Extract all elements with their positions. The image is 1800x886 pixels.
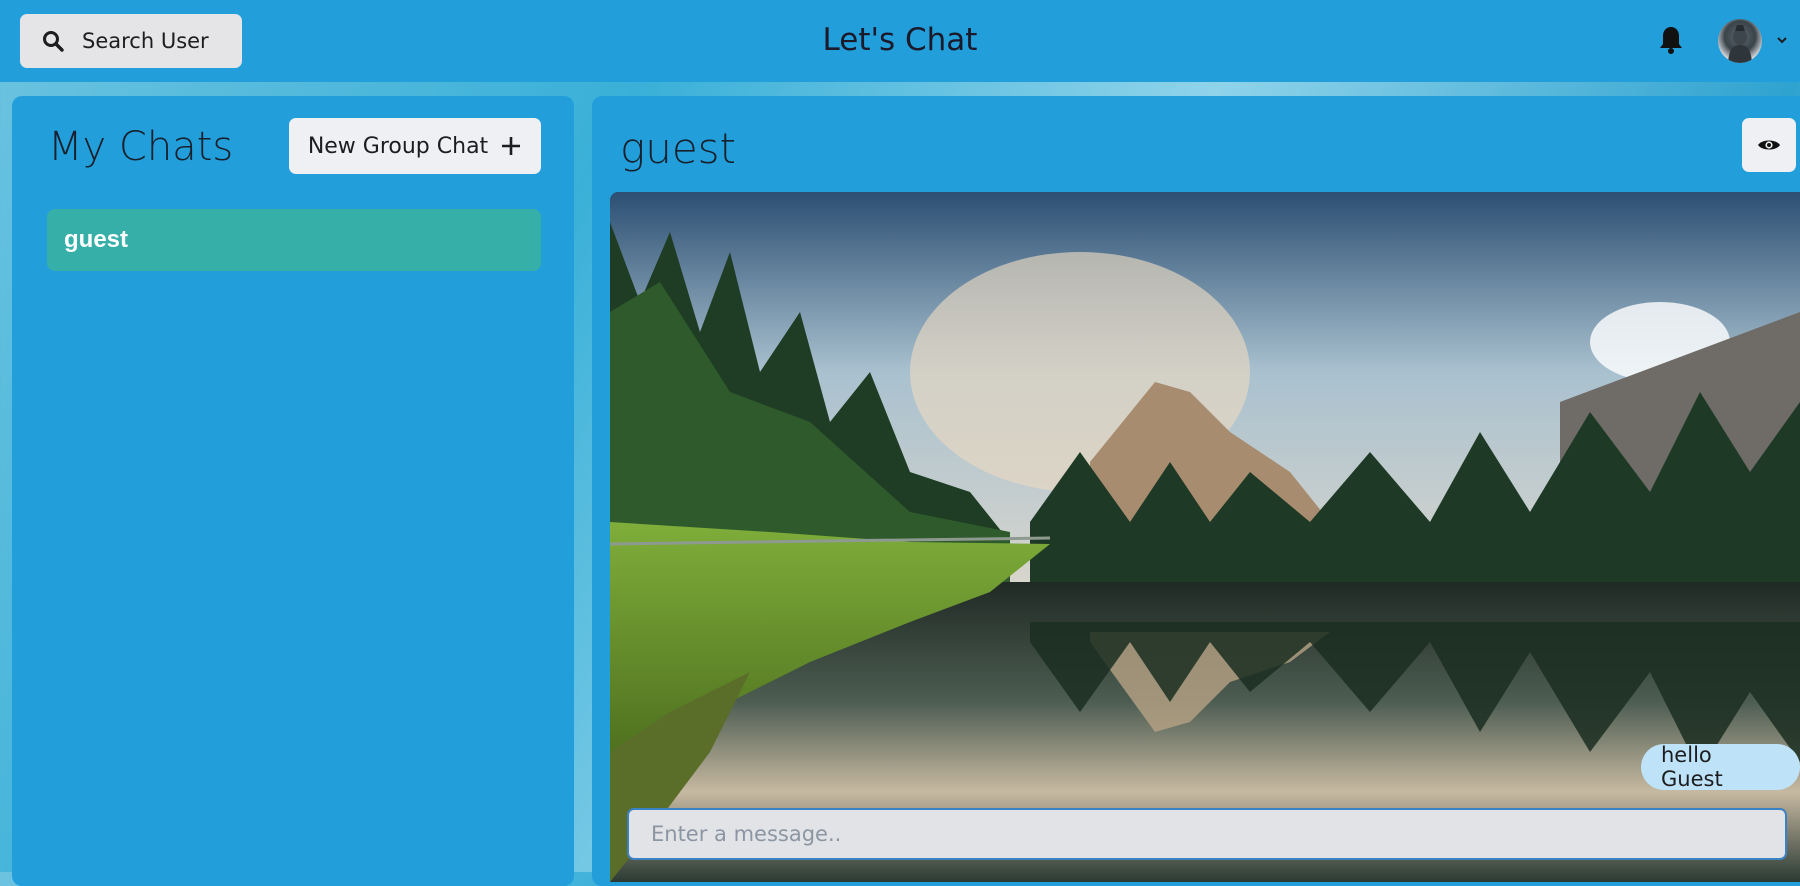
chat-background-image <box>610 192 1800 882</box>
new-group-chat-label: New Group Chat <box>307 133 489 159</box>
new-group-chat-button[interactable]: New Group Chat <box>289 118 541 174</box>
chat-list-item[interactable]: guest <box>47 209 541 271</box>
message-bubble: hello Guest <box>1641 743 1800 791</box>
top-bar: Search User Let's Chat <box>0 0 1800 82</box>
my-chats-title: My Chats <box>48 124 234 170</box>
view-profile-button[interactable] <box>1742 118 1796 172</box>
landscape-image <box>610 192 1800 882</box>
avatar[interactable] <box>1718 19 1762 63</box>
chat-panel: guest <box>592 96 1800 886</box>
my-chats-panel: My Chats New Group Chat guest <box>12 96 574 886</box>
eye-icon <box>1758 140 1780 150</box>
bell-icon[interactable] <box>1658 25 1684 55</box>
chat-list-item-name: guest <box>64 226 129 253</box>
chat-title: guest <box>620 124 737 173</box>
message-input[interactable] <box>627 808 1787 860</box>
plus-icon <box>502 137 521 155</box>
app-title: Let's Chat <box>822 22 978 58</box>
avatar-image <box>1728 25 1752 63</box>
chevron-down-icon[interactable] <box>1775 34 1789 46</box>
